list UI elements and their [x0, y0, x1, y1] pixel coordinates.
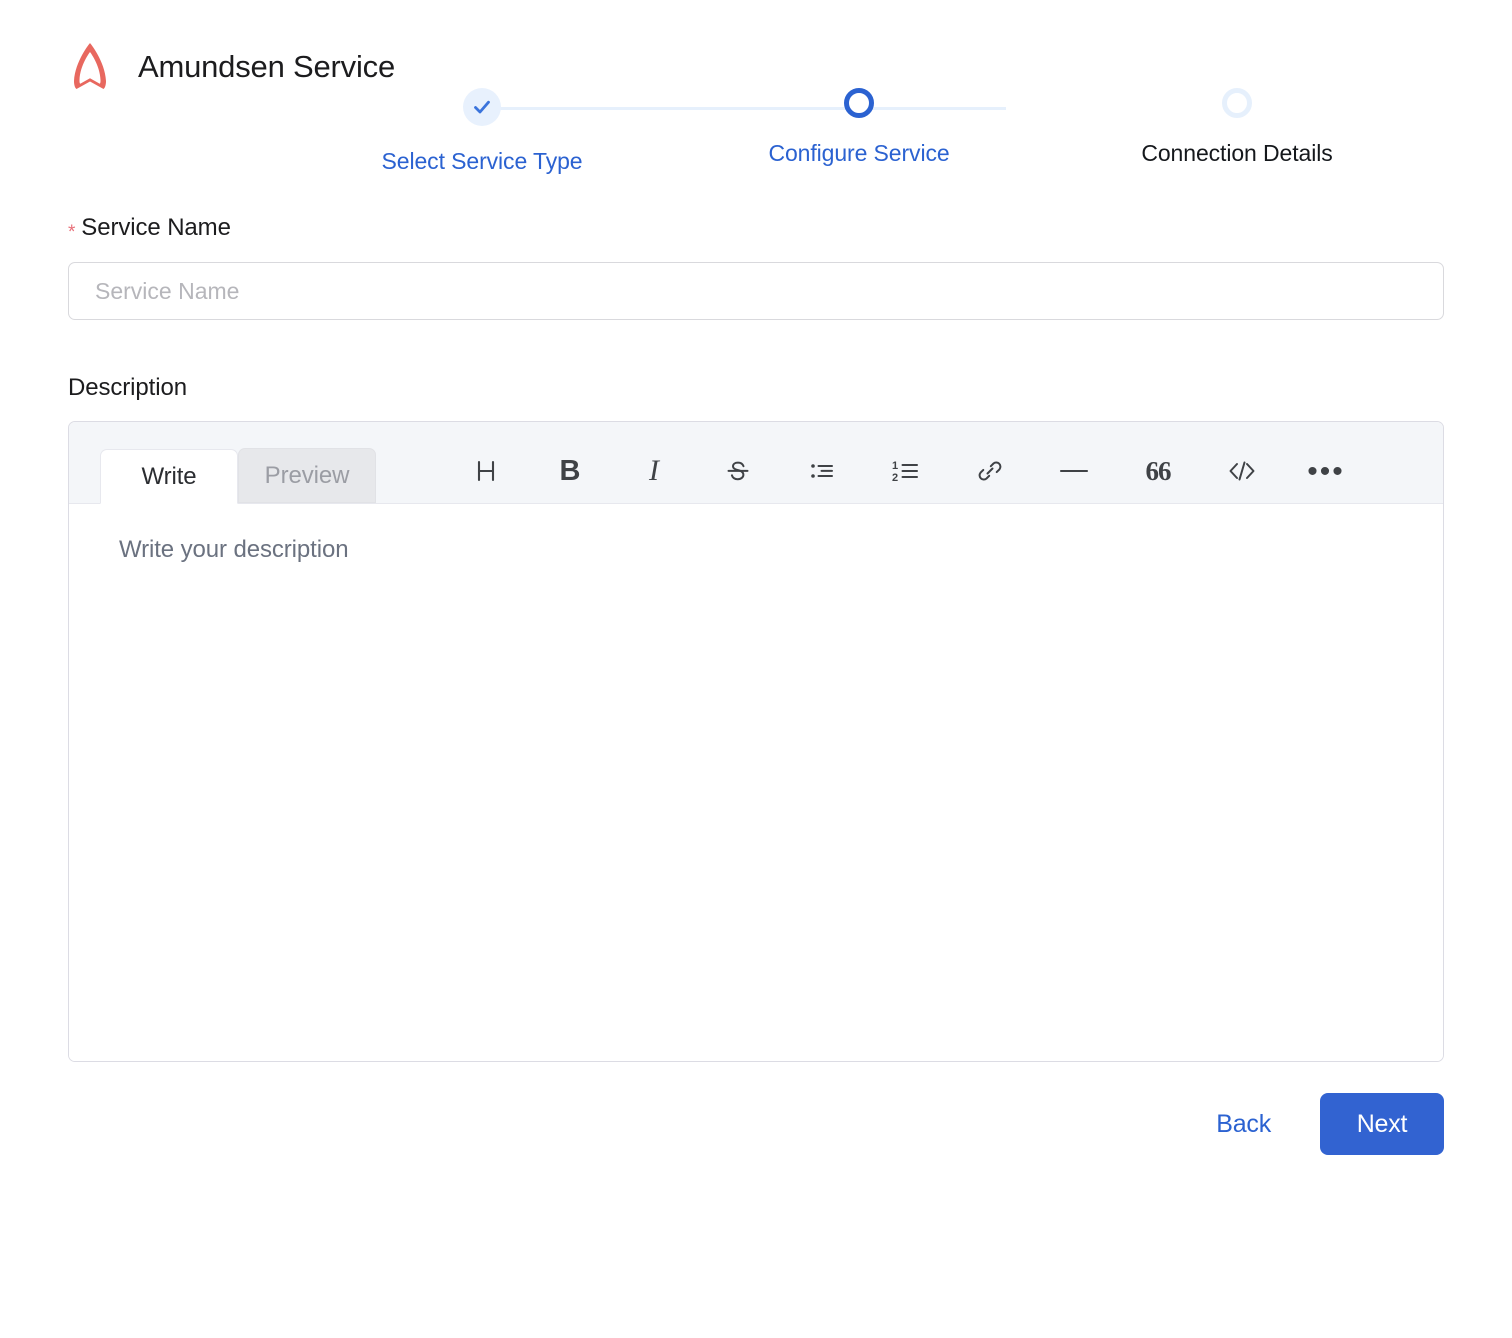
blockquote-glyph: 66: [1145, 455, 1172, 486]
stepper-track: Select Service Type Configure Service Co…: [176, 88, 1336, 174]
service-form: * Service Name Description Write Preview: [68, 216, 1444, 1062]
check-icon: [463, 88, 501, 126]
strikethrough-icon[interactable]: [696, 449, 780, 493]
service-configuration-page: Amundsen Service Select Service Type Con…: [0, 0, 1512, 1338]
required-asterisk: *: [68, 222, 76, 243]
back-button[interactable]: Back: [1216, 1110, 1271, 1139]
amundsen-logo-icon: [68, 40, 112, 92]
wizard-footer: Back Next: [68, 1093, 1444, 1155]
description-markdown-editor: Write Preview B I 1 2 66 ••• Write your …: [68, 421, 1444, 1062]
svg-text:2: 2: [892, 472, 898, 484]
next-button[interactable]: Next: [1320, 1093, 1444, 1155]
italic-icon[interactable]: I: [612, 449, 696, 493]
description-editor-body[interactable]: Write your description: [69, 504, 1443, 1061]
horizontal-rule-icon[interactable]: [1032, 449, 1116, 493]
circle-icon-upcoming: [1222, 88, 1252, 118]
description-label-text: Description: [68, 374, 187, 401]
bullet-list-icon[interactable]: [780, 449, 864, 493]
tab-write[interactable]: Write: [100, 449, 238, 504]
link-icon[interactable]: [948, 449, 1032, 493]
editor-toolbar: Write Preview B I 1 2 66 •••: [69, 422, 1443, 504]
service-name-label: * Service Name: [68, 214, 1444, 243]
circle-icon-active: [844, 88, 874, 118]
italic-glyph: I: [649, 454, 659, 487]
stepper: Select Service Type Configure Service Co…: [176, 70, 1336, 190]
bold-glyph: B: [559, 454, 581, 487]
description-label: Description: [68, 376, 1444, 400]
stepper-step-select-service-type[interactable]: Select Service Type: [381, 88, 583, 175]
svg-text:1: 1: [892, 460, 898, 472]
bold-icon[interactable]: B: [528, 449, 612, 493]
stepper-step-configure-service[interactable]: Configure Service: [759, 88, 959, 167]
tab-preview[interactable]: Preview: [238, 448, 376, 503]
editor-tool-buttons: B I 1 2 66 •••: [444, 449, 1368, 503]
stepper-label-2: Configure Service: [768, 140, 950, 166]
service-name-label-text: Service Name: [81, 214, 231, 241]
code-icon[interactable]: [1200, 449, 1284, 493]
blockquote-icon[interactable]: 66: [1116, 449, 1200, 493]
description-placeholder: Write your description: [119, 536, 349, 563]
heading-icon[interactable]: [444, 449, 528, 493]
stepper-label-1: Select Service Type: [381, 148, 583, 174]
service-name-input[interactable]: [68, 262, 1444, 320]
editor-tabs: Write Preview: [100, 448, 376, 504]
step-marker-active: [844, 88, 874, 118]
more-options-glyph: •••: [1307, 454, 1345, 488]
page-header: Amundsen Service: [68, 0, 1444, 89]
step-marker-completed: [463, 88, 501, 126]
more-options-icon[interactable]: •••: [1284, 449, 1368, 493]
numbered-list-icon[interactable]: 1 2: [864, 449, 948, 493]
step-marker-upcoming: [1222, 88, 1252, 118]
stepper-step-connection-details[interactable]: Connection Details: [1137, 88, 1337, 167]
stepper-label-3: Connection Details: [1141, 140, 1333, 166]
